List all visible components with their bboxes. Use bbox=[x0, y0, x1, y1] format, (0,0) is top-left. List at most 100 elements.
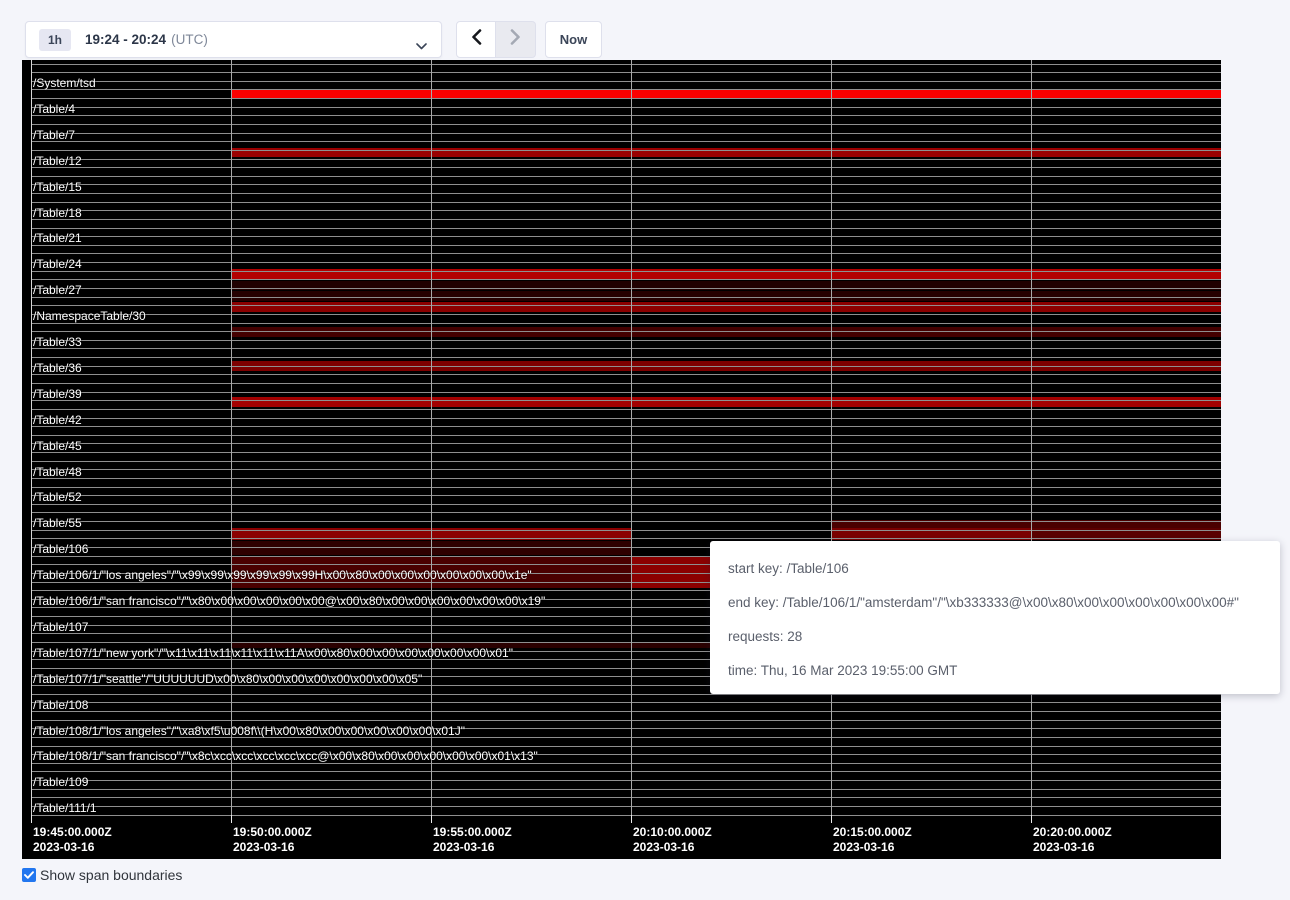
span-boundary-line bbox=[31, 236, 1221, 237]
row-label: /Table/107 bbox=[33, 621, 88, 634]
chevron-right-icon bbox=[510, 29, 521, 50]
span-boundary-line bbox=[31, 771, 1221, 772]
span-boundary-line bbox=[31, 426, 1221, 427]
x-axis-tick bbox=[431, 815, 432, 823]
chevron-left-icon bbox=[471, 29, 482, 50]
row-label: /Table/42 bbox=[33, 414, 82, 427]
tooltip-start-key: start key: /Table/106 bbox=[728, 552, 1262, 586]
row-label: /Table/39 bbox=[33, 388, 82, 401]
range-timezone: (UTC) bbox=[171, 32, 208, 47]
span-boundary-line bbox=[31, 133, 1221, 134]
span-boundary-line bbox=[31, 305, 1221, 306]
row-label: /Table/109 bbox=[33, 776, 88, 789]
show-span-boundaries-label: Show span boundaries bbox=[40, 867, 182, 883]
now-button[interactable]: Now bbox=[545, 21, 602, 58]
x-axis-label: 19:50:00.000Z2023-03-16 bbox=[233, 825, 312, 855]
span-boundary-line bbox=[31, 815, 1221, 816]
span-boundary-line bbox=[31, 746, 1221, 747]
span-boundary-line bbox=[31, 487, 1221, 488]
x-axis-time: 20:20:00.000Z bbox=[1033, 825, 1112, 840]
time-bucket-line bbox=[631, 60, 632, 815]
x-axis-time: 19:50:00.000Z bbox=[233, 825, 312, 840]
x-axis-label: 20:20:00.000Z2023-03-16 bbox=[1033, 825, 1112, 855]
x-axis-tick bbox=[631, 815, 632, 823]
span-boundary-line bbox=[31, 150, 1221, 151]
row-label: /Table/106/1/"los angeles"/"\x99\x99\x99… bbox=[33, 569, 532, 582]
x-axis-date: 2023-03-16 bbox=[433, 840, 512, 855]
row-label: /Table/7 bbox=[33, 129, 75, 142]
span-boundary-line bbox=[31, 780, 1221, 781]
time-bucket-line bbox=[431, 60, 432, 815]
heatmap-band bbox=[231, 302, 1222, 312]
key-visualizer-heatmap[interactable]: /System/tsd/Table/4/Table/7/Table/12/Tab… bbox=[22, 60, 1221, 859]
x-axis-label: 20:15:00.000Z2023-03-16 bbox=[833, 825, 912, 855]
row-label: /Table/107/1/"seattle"/"UUUUUUD\x00\x80\… bbox=[33, 673, 422, 686]
span-boundary-line bbox=[31, 89, 1221, 90]
span-boundary-line bbox=[31, 98, 1221, 99]
span-boundary-line bbox=[31, 789, 1221, 790]
plot-left-edge-line bbox=[31, 60, 32, 815]
x-axis-tick bbox=[31, 815, 32, 823]
span-boundary-line bbox=[31, 323, 1221, 324]
span-boundary-line bbox=[31, 314, 1221, 315]
next-time-button[interactable] bbox=[496, 21, 536, 58]
span-boundary-line bbox=[31, 279, 1221, 280]
tooltip-requests: requests: 28 bbox=[728, 620, 1262, 654]
span-boundary-line bbox=[31, 720, 1221, 721]
span-boundary-line bbox=[31, 495, 1221, 496]
row-label: /Table/24 bbox=[33, 258, 82, 271]
span-boundary-line bbox=[31, 478, 1221, 479]
checkmark-icon bbox=[24, 866, 34, 884]
x-axis-date: 2023-03-16 bbox=[233, 840, 312, 855]
span-boundary-line bbox=[31, 504, 1221, 505]
row-label: /Table/12 bbox=[33, 155, 82, 168]
row-label: /Table/111/1 bbox=[33, 802, 97, 815]
row-label: /Table/108 bbox=[33, 699, 88, 712]
span-boundary-line bbox=[31, 124, 1221, 125]
row-label: /Table/18 bbox=[33, 207, 82, 220]
span-boundary-line bbox=[31, 443, 1221, 444]
x-axis-time: 20:10:00.000Z bbox=[633, 825, 712, 840]
span-boundary-line bbox=[31, 228, 1221, 229]
row-label: /Table/27 bbox=[33, 284, 82, 297]
span-boundary-line bbox=[31, 210, 1221, 211]
span-boundary-line bbox=[31, 702, 1221, 703]
chevron-down-icon bbox=[416, 37, 427, 55]
span-boundary-line bbox=[31, 530, 1221, 531]
time-range-selector[interactable]: 1h 19:24 - 20:24 (UTC) bbox=[25, 21, 442, 58]
span-boundary-line bbox=[31, 107, 1221, 108]
span-boundary-line bbox=[31, 167, 1221, 168]
span-boundary-line bbox=[31, 357, 1221, 358]
span-boundary-line bbox=[31, 253, 1221, 254]
span-boundary-line bbox=[31, 193, 1221, 194]
row-label: /Table/48 bbox=[33, 466, 82, 479]
row-label: /Table/108/1/"san francisco"/"\x8c\xcc\x… bbox=[33, 750, 538, 763]
time-bucket-line bbox=[831, 60, 832, 815]
span-boundary-line bbox=[31, 331, 1221, 332]
span-boundary-line bbox=[31, 115, 1221, 116]
span-boundaries-row: Show span boundaries bbox=[22, 867, 182, 883]
heatmap-band bbox=[231, 397, 1222, 407]
x-axis-label: 20:10:00.000Z2023-03-16 bbox=[633, 825, 712, 855]
row-label: /Table/107/1/"new york"/"\x11\x11\x11\x1… bbox=[33, 647, 513, 660]
time-nav-group bbox=[456, 21, 536, 58]
row-label: /Table/106 bbox=[33, 543, 88, 556]
x-axis-time: 20:15:00.000Z bbox=[833, 825, 912, 840]
row-label: /Table/106/1/"san francisco"/"\x80\x00\x… bbox=[33, 595, 545, 608]
x-axis-tick bbox=[231, 815, 232, 823]
row-label: /Table/33 bbox=[33, 336, 82, 349]
prev-time-button[interactable] bbox=[456, 21, 496, 58]
tooltip-time: time: Thu, 16 Mar 2023 19:55:00 GMT bbox=[728, 654, 1262, 688]
time-bucket-line bbox=[231, 60, 232, 815]
span-boundary-line bbox=[31, 392, 1221, 393]
span-boundary-line bbox=[31, 271, 1221, 272]
show-span-boundaries-checkbox[interactable] bbox=[22, 868, 36, 882]
row-label: /Table/15 bbox=[33, 181, 82, 194]
row-label: /Table/21 bbox=[33, 232, 82, 245]
x-axis-time: 19:55:00.000Z bbox=[433, 825, 512, 840]
heatmap-tooltip: start key: /Table/106 end key: /Table/10… bbox=[710, 541, 1280, 694]
span-boundary-line bbox=[31, 202, 1221, 203]
row-label: /Table/52 bbox=[33, 491, 82, 504]
range-text: 19:24 - 20:24 bbox=[85, 32, 166, 47]
span-boundary-line bbox=[31, 400, 1221, 401]
